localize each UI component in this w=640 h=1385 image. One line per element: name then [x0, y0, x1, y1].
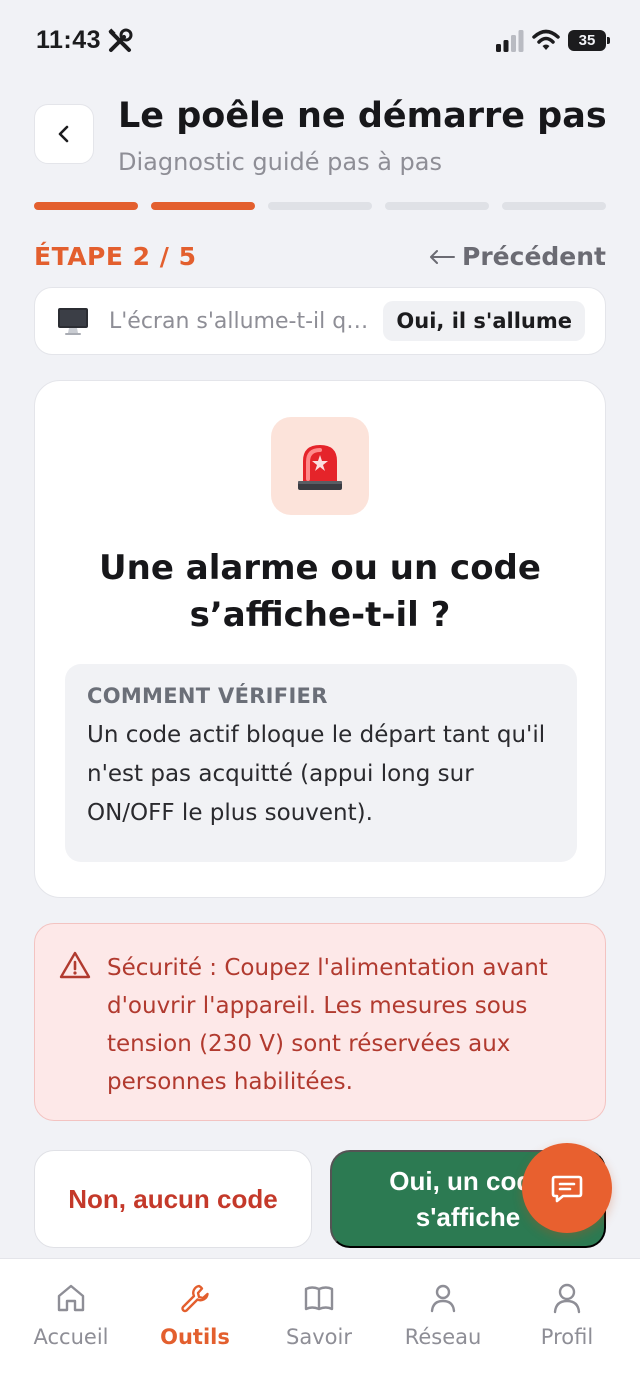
home-icon: [57, 1284, 85, 1312]
bottom-tab-bar: Accueil Outils Savoir Réseau Profil: [0, 1258, 640, 1385]
progress-segment-4: [385, 202, 489, 210]
question-title: Une alarme ou un code s’affiche-t-il ?: [99, 548, 541, 635]
tab-accueil[interactable]: Accueil: [9, 1281, 133, 1361]
tools-icon: [108, 28, 133, 52]
how-to-check-heading: COMMENT VÉRIFIER: [87, 684, 328, 708]
alarm-tile: [271, 417, 369, 515]
safety-text: Sécurité : Coupez l'alimentation avant d…: [107, 955, 548, 1095]
chat-icon: [551, 1175, 583, 1203]
previous-answer-row[interactable]: L'écran s'allume-t-il quand vous appuyez…: [34, 287, 606, 355]
progress-segment-5: [502, 202, 606, 210]
warning-icon: [59, 951, 91, 979]
previous-step-label: Précédent: [462, 242, 606, 271]
safety-warning: Sécurité : Coupez l'alimentation avant d…: [34, 923, 606, 1121]
status-bar: 11:43 35: [0, 0, 640, 80]
book-icon: [304, 1286, 334, 1311]
profile-icon: [553, 1283, 581, 1314]
alarm-light-icon: [298, 445, 342, 490]
arrow-left-icon: [430, 249, 456, 264]
step-label: ÉTAPE 2 / 5: [34, 242, 197, 271]
wrench-icon: [181, 1284, 209, 1313]
chat-button[interactable]: [522, 1143, 612, 1233]
page-title: Le poêle ne démarre pas: [118, 96, 607, 136]
how-to-check-box: COMMENT VÉRIFIER Un code actif bloque le…: [65, 664, 577, 862]
tab-label-reseau: Réseau: [404, 1325, 482, 1349]
wifi-icon: [532, 29, 560, 50]
tab-reseau[interactable]: Réseau: [381, 1281, 505, 1361]
previous-question-text: L'écran s'allume-t-il quand vous appuyez…: [109, 308, 371, 334]
question-card: Une alarme ou un code s’affiche-t-il ? C…: [34, 380, 606, 898]
signal-icon: [496, 30, 524, 52]
step-progress-bar: [34, 202, 606, 210]
page-subtitle: Diagnostic guidé pas à pas: [118, 148, 442, 176]
status-time: 11:43: [36, 26, 102, 54]
previous-answer-chip: Oui, il s'allume: [383, 301, 585, 341]
tab-label-outils: Outils: [160, 1325, 230, 1349]
person-icon: [430, 1284, 456, 1313]
tab-label-accueil: Accueil: [33, 1325, 109, 1349]
progress-segment-3: [268, 202, 372, 210]
progress-segment-2: [151, 202, 255, 210]
tab-savoir[interactable]: Savoir: [257, 1281, 381, 1361]
previous-step-link[interactable]: Précédent: [428, 242, 606, 271]
tab-label-profil: Profil: [540, 1325, 594, 1349]
how-to-check-text: Un code actif bloque le départ tant qu'i…: [87, 722, 546, 826]
back-button[interactable]: [34, 104, 94, 164]
monitor-icon: [58, 308, 88, 335]
answer-no-button[interactable]: Non, aucun code: [34, 1150, 312, 1248]
battery-icon: 35: [568, 30, 610, 51]
progress-segment-1: [34, 202, 138, 210]
tab-profil[interactable]: Profil: [505, 1281, 629, 1361]
tab-label-savoir: Savoir: [286, 1325, 352, 1349]
battery-level: 35: [578, 32, 596, 49]
tab-outils[interactable]: Outils: [133, 1281, 257, 1361]
chevron-left-icon: [58, 125, 69, 143]
